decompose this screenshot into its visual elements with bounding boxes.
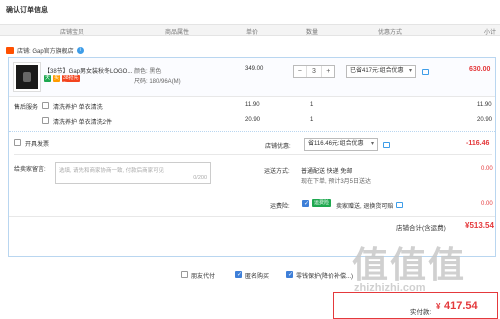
message-placeholder: 选填, 请先和商家协商一致, 付款后商家可见 xyxy=(59,168,165,174)
watermark: 值值值 xyxy=(352,244,467,285)
col-subtotal: 小计 xyxy=(484,30,497,36)
service-price-1: 11.90 xyxy=(245,102,260,108)
payment-amount: 417.54 xyxy=(444,300,478,312)
product-name[interactable]: 【38节】Gap男女装秋冬LOGO... xyxy=(44,66,132,75)
message-label: 给卖家留言: xyxy=(14,167,46,173)
service-checkbox-1[interactable] xyxy=(42,102,49,109)
service-checkbox-2[interactable] xyxy=(42,117,49,124)
divider xyxy=(9,131,495,132)
anonymous-checkbox[interactable] xyxy=(235,271,242,278)
product-color: 颜色: 黑色 xyxy=(134,69,162,75)
service-qty-2: 1 xyxy=(310,117,314,123)
plus-button[interactable]: + xyxy=(322,66,334,77)
insurance-label: 运费险: xyxy=(270,204,290,210)
shop-discount-select[interactable]: 省116.46元:组合优惠 xyxy=(304,138,378,151)
message-icon[interactable] xyxy=(383,142,390,148)
friend-pay-label: 朋友代付 xyxy=(191,274,216,280)
service-price-2: 20.90 xyxy=(245,117,261,123)
protection-checkbox[interactable] xyxy=(286,271,293,278)
service-total-2: 20.90 xyxy=(477,117,493,123)
quantity-stepper[interactable]: − 3 + xyxy=(293,65,335,78)
message-textarea[interactable]: 选填, 请先和商家协商一致, 付款后商家可见 0/200 xyxy=(55,162,211,184)
minus-button[interactable]: − xyxy=(294,66,306,77)
anonymous-label: 匿名购买 xyxy=(245,274,270,280)
store-name[interactable]: 店铺: Gap官方旗舰店 xyxy=(17,46,74,55)
column-header: 店铺宝贝 商品属性 单价 数量 优惠方式 小计 xyxy=(0,24,500,36)
unit-price: 349.00 xyxy=(245,66,264,72)
shipping-note: 现在下单, 预计3月5日送达 xyxy=(301,179,372,185)
insurance-text: 卖家赠送, 退换货可赔 xyxy=(336,204,394,210)
shipping-method: 普通配送 快递 免邮 xyxy=(301,169,353,175)
divider xyxy=(9,216,495,217)
service-qty-1: 1 xyxy=(310,102,314,108)
divider xyxy=(14,154,492,155)
invoice-checkbox[interactable] xyxy=(14,139,21,146)
store-total-value: ¥513.54 xyxy=(465,221,494,230)
service-name-1: 清洗养护 单衣清洗 xyxy=(53,105,103,111)
shipping-label: 运送方式: xyxy=(264,169,290,175)
protection-label: 零钱保护(降价补偿...) xyxy=(296,274,353,280)
divider xyxy=(9,96,495,97)
col-discount: 优惠方式 xyxy=(378,30,403,36)
col-price: 单价 xyxy=(246,30,259,36)
payment-currency: ¥ xyxy=(436,302,441,311)
presale-tag: 38抢先购 xyxy=(62,75,80,88)
product-row xyxy=(9,58,495,96)
store-row: 店铺: Gap官方旗舰店 i xyxy=(6,46,84,55)
insurance-badge: 运费险 xyxy=(312,199,332,207)
info-icon[interactable]: i xyxy=(76,47,84,54)
service-total-1: 11.90 xyxy=(477,102,492,108)
insurance-fee: 0.00 xyxy=(481,201,493,207)
store-total-label: 店铺合计(含运费) xyxy=(396,225,446,232)
services-label: 售后服务 xyxy=(14,105,39,111)
shop-discount-label: 店铺优惠: xyxy=(265,144,291,150)
buy-tag: 买 xyxy=(53,75,60,82)
store-icon xyxy=(6,47,14,54)
product-tags: 天 买 38抢先购 xyxy=(44,75,80,88)
message-counter: 0/200 xyxy=(193,175,207,181)
col-qty: 数量 xyxy=(306,30,319,36)
friend-pay-checkbox[interactable] xyxy=(181,271,188,278)
service-name-2: 清洗养护 单衣清洗2件 xyxy=(53,120,113,126)
message-icon[interactable] xyxy=(422,69,429,75)
watermark-url: zhizhizhi.com xyxy=(354,282,426,294)
col-store: 店铺宝贝 xyxy=(60,30,85,36)
shop-discount-amount: -116.46 xyxy=(466,140,490,147)
insurance-checkbox[interactable] xyxy=(302,200,309,207)
invoice-label: 开具发票 xyxy=(25,142,50,148)
payment-label: 实付款: xyxy=(410,309,432,316)
shipping-fee: 0.00 xyxy=(481,166,493,172)
product-thumbnail[interactable] xyxy=(13,62,41,92)
help-icon[interactable] xyxy=(396,202,403,208)
tmall-tag: 天 xyxy=(44,75,51,82)
quantity-input[interactable]: 3 xyxy=(305,66,323,77)
col-attr: 商品属性 xyxy=(165,30,190,36)
product-size: 尺码: 180/96A(M) xyxy=(134,79,181,85)
page-title: 确认订单信息 xyxy=(6,7,48,14)
product-subtotal: 630.00 xyxy=(469,66,491,73)
discount-select[interactable]: 已省417元:组合优惠 xyxy=(346,65,416,78)
